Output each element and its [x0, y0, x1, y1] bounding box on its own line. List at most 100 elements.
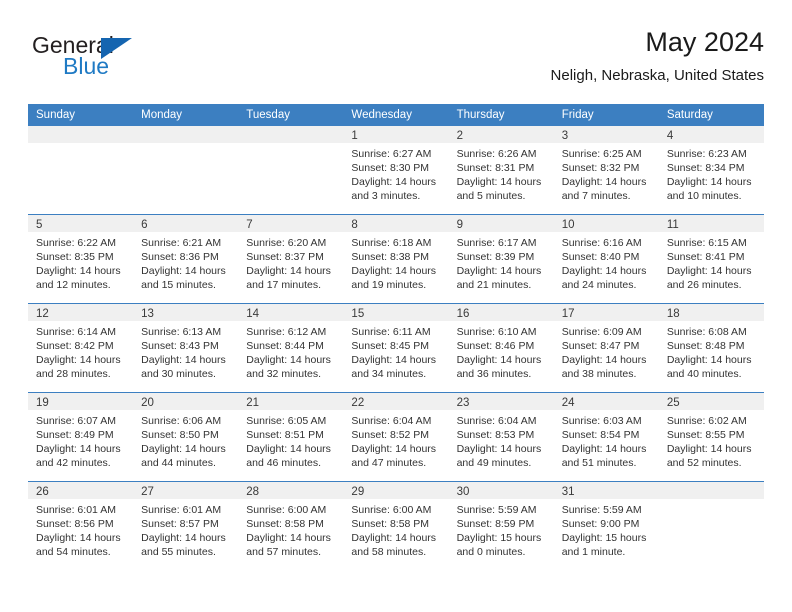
daylight-text-line1: Daylight: 14 hours	[141, 532, 226, 544]
week-row: 5 Sunrise: 6:22 AM Sunset: 8:35 PM Dayli…	[28, 214, 764, 303]
sunrise-text: Sunrise: 6:00 AM	[351, 504, 432, 516]
daylight-text-line1: Daylight: 14 hours	[141, 443, 226, 455]
day-number-band: 24	[553, 393, 659, 410]
sunrise-text: Sunrise: 6:10 AM	[456, 326, 537, 338]
daylight-text-line2: and 32 minutes.	[246, 368, 321, 380]
sunset-text: Sunset: 8:48 PM	[666, 340, 745, 352]
day-cell[interactable]: 14 Sunrise: 6:12 AM Sunset: 8:44 PM Dayl…	[238, 304, 344, 392]
daylight-text-line1: Daylight: 14 hours	[351, 354, 437, 366]
sunset-text: Sunset: 8:42 PM	[36, 340, 114, 352]
daylight-text-line1: Daylight: 14 hours	[561, 443, 647, 455]
daylight-text-line1: Daylight: 14 hours	[456, 354, 542, 366]
weekday-header-sunday: Sunday	[36, 109, 76, 121]
day-cell[interactable]: 7 Sunrise: 6:20 AM Sunset: 8:37 PM Dayli…	[238, 215, 344, 303]
day-number-band	[238, 126, 344, 143]
daylight-text-line2: and 28 minutes.	[36, 368, 111, 380]
sunset-text: Sunset: 8:30 PM	[351, 162, 430, 174]
day-cell[interactable]: 29 Sunrise: 6:00 AM Sunset: 8:58 PM Dayl…	[343, 482, 449, 570]
daylight-text-line2: and 1 minute.	[561, 546, 626, 558]
week-row: 1 Sunrise: 6:27 AM Sunset: 8:30 PM Dayli…	[28, 126, 764, 214]
day-cell[interactable]: 13 Sunrise: 6:13 AM Sunset: 8:43 PM Dayl…	[133, 304, 239, 392]
day-cell[interactable]: 6 Sunrise: 6:21 AM Sunset: 8:36 PM Dayli…	[133, 215, 239, 303]
week-row: 26 Sunrise: 6:01 AM Sunset: 8:56 PM Dayl…	[28, 481, 764, 570]
day-cell[interactable]: 4 Sunrise: 6:23 AM Sunset: 8:34 PM Dayli…	[658, 126, 764, 214]
daylight-text-line1: Daylight: 14 hours	[561, 176, 647, 188]
day-cell[interactable]: 9 Sunrise: 6:17 AM Sunset: 8:39 PM Dayli…	[448, 215, 554, 303]
day-info: Sunrise: 6:01 AM Sunset: 8:56 PM Dayligh…	[28, 499, 133, 559]
day-cell[interactable]: 20 Sunrise: 6:06 AM Sunset: 8:50 PM Dayl…	[133, 393, 239, 481]
daylight-text-line2: and 52 minutes.	[666, 457, 742, 469]
sunrise-text: Sunrise: 6:05 AM	[246, 415, 327, 427]
daylight-text-line1: Daylight: 14 hours	[351, 265, 437, 277]
day-cell	[133, 126, 239, 214]
sunset-text: Sunset: 8:36 PM	[141, 251, 219, 263]
day-cell[interactable]: 21 Sunrise: 6:05 AM Sunset: 8:51 PM Dayl…	[238, 393, 344, 481]
day-info: Sunrise: 6:13 AM Sunset: 8:43 PM Dayligh…	[133, 321, 238, 381]
sunrise-text: Sunrise: 5:59 AM	[561, 504, 642, 516]
day-cell[interactable]: 15 Sunrise: 6:11 AM Sunset: 8:45 PM Dayl…	[343, 304, 449, 392]
daylight-text-line2: and 38 minutes.	[561, 368, 637, 380]
sunset-text: Sunset: 8:45 PM	[351, 340, 430, 352]
day-info: Sunrise: 6:08 AM Sunset: 8:48 PM Dayligh…	[659, 321, 764, 381]
day-cell[interactable]: 23 Sunrise: 6:04 AM Sunset: 8:53 PM Dayl…	[448, 393, 554, 481]
day-cell[interactable]: 19 Sunrise: 6:07 AM Sunset: 8:49 PM Dayl…	[28, 393, 134, 481]
day-cell[interactable]: 22 Sunrise: 6:04 AM Sunset: 8:52 PM Dayl…	[343, 393, 449, 481]
sunrise-text: Sunrise: 6:12 AM	[246, 326, 327, 338]
day-cell[interactable]: 25 Sunrise: 6:02 AM Sunset: 8:55 PM Dayl…	[658, 393, 764, 481]
day-number: 11	[666, 219, 679, 231]
daylight-text-line2: and 47 minutes.	[351, 457, 427, 469]
day-number: 10	[561, 219, 575, 231]
day-cell[interactable]: 1 Sunrise: 6:27 AM Sunset: 8:30 PM Dayli…	[343, 126, 449, 214]
day-number: 7	[246, 219, 253, 231]
day-cell[interactable]: 16 Sunrise: 6:10 AM Sunset: 8:46 PM Dayl…	[448, 304, 554, 392]
day-cell[interactable]: 27 Sunrise: 6:01 AM Sunset: 8:57 PM Dayl…	[133, 482, 239, 570]
sunrise-text: Sunrise: 6:03 AM	[561, 415, 642, 427]
day-info	[133, 143, 238, 147]
day-number-band: 6	[133, 215, 239, 232]
weekday-header-saturday: Saturday	[666, 109, 713, 121]
day-cell[interactable]: 28 Sunrise: 6:00 AM Sunset: 8:58 PM Dayl…	[238, 482, 344, 570]
day-number: 4	[666, 130, 674, 142]
day-number: 16	[456, 308, 470, 320]
day-number: 15	[351, 308, 365, 320]
day-info: Sunrise: 6:00 AM Sunset: 8:58 PM Dayligh…	[238, 499, 343, 559]
day-info: Sunrise: 5:59 AM Sunset: 9:00 PM Dayligh…	[554, 499, 659, 559]
weekday-header-row: Sunday Monday Tuesday Wednesday Thursday…	[28, 104, 764, 126]
day-info: Sunrise: 6:17 AM Sunset: 8:39 PM Dayligh…	[449, 232, 554, 292]
sunset-text: Sunset: 8:32 PM	[561, 162, 640, 174]
day-info: Sunrise: 6:09 AM Sunset: 8:47 PM Dayligh…	[554, 321, 659, 381]
day-cell[interactable]: 18 Sunrise: 6:08 AM Sunset: 8:48 PM Dayl…	[658, 304, 764, 392]
sunrise-text: Sunrise: 6:23 AM	[666, 148, 747, 160]
day-cell[interactable]: 3 Sunrise: 6:25 AM Sunset: 8:32 PM Dayli…	[553, 126, 659, 214]
day-number-band: 22	[343, 393, 449, 410]
daylight-text-line2: and 24 minutes.	[561, 279, 637, 291]
sunset-text: Sunset: 8:51 PM	[246, 429, 324, 441]
day-cell[interactable]: 12 Sunrise: 6:14 AM Sunset: 8:42 PM Dayl…	[28, 304, 134, 392]
day-number: 18	[666, 308, 680, 320]
day-info: Sunrise: 6:21 AM Sunset: 8:36 PM Dayligh…	[133, 232, 238, 292]
day-cell[interactable]: 2 Sunrise: 6:26 AM Sunset: 8:31 PM Dayli…	[448, 126, 554, 214]
day-cell[interactable]: 30 Sunrise: 5:59 AM Sunset: 8:59 PM Dayl…	[448, 482, 554, 570]
day-cell[interactable]: 11 Sunrise: 6:15 AM Sunset: 8:41 PM Dayl…	[658, 215, 764, 303]
day-cell[interactable]: 10 Sunrise: 6:16 AM Sunset: 8:40 PM Dayl…	[553, 215, 659, 303]
day-info: Sunrise: 6:05 AM Sunset: 8:51 PM Dayligh…	[238, 410, 343, 470]
day-cell[interactable]: 26 Sunrise: 6:01 AM Sunset: 8:56 PM Dayl…	[28, 482, 134, 570]
weekday-header-monday: Monday	[141, 109, 183, 121]
day-cell[interactable]: 24 Sunrise: 6:03 AM Sunset: 8:54 PM Dayl…	[553, 393, 659, 481]
day-number-band: 18	[658, 304, 764, 321]
sunrise-text: Sunrise: 6:27 AM	[351, 148, 432, 160]
day-number: 8	[351, 219, 358, 231]
daylight-text-line1: Daylight: 14 hours	[246, 354, 331, 366]
day-number-band: 16	[448, 304, 554, 321]
daylight-text-line1: Daylight: 14 hours	[246, 532, 331, 544]
day-cell[interactable]: 17 Sunrise: 6:09 AM Sunset: 8:47 PM Dayl…	[553, 304, 659, 392]
daylight-text-line2: and 0 minutes.	[456, 546, 526, 558]
day-cell[interactable]: 31 Sunrise: 5:59 AM Sunset: 9:00 PM Dayl…	[553, 482, 659, 570]
daylight-text-line1: Daylight: 14 hours	[36, 354, 121, 366]
daylight-text-line2: and 44 minutes.	[141, 457, 216, 469]
daylight-text-line1: Daylight: 15 hours	[456, 532, 542, 544]
sunrise-text: Sunrise: 6:08 AM	[666, 326, 747, 338]
day-cell[interactable]: 5 Sunrise: 6:22 AM Sunset: 8:35 PM Dayli…	[28, 215, 134, 303]
day-cell[interactable]: 8 Sunrise: 6:18 AM Sunset: 8:38 PM Dayli…	[343, 215, 449, 303]
sunset-text: Sunset: 8:49 PM	[36, 429, 114, 441]
